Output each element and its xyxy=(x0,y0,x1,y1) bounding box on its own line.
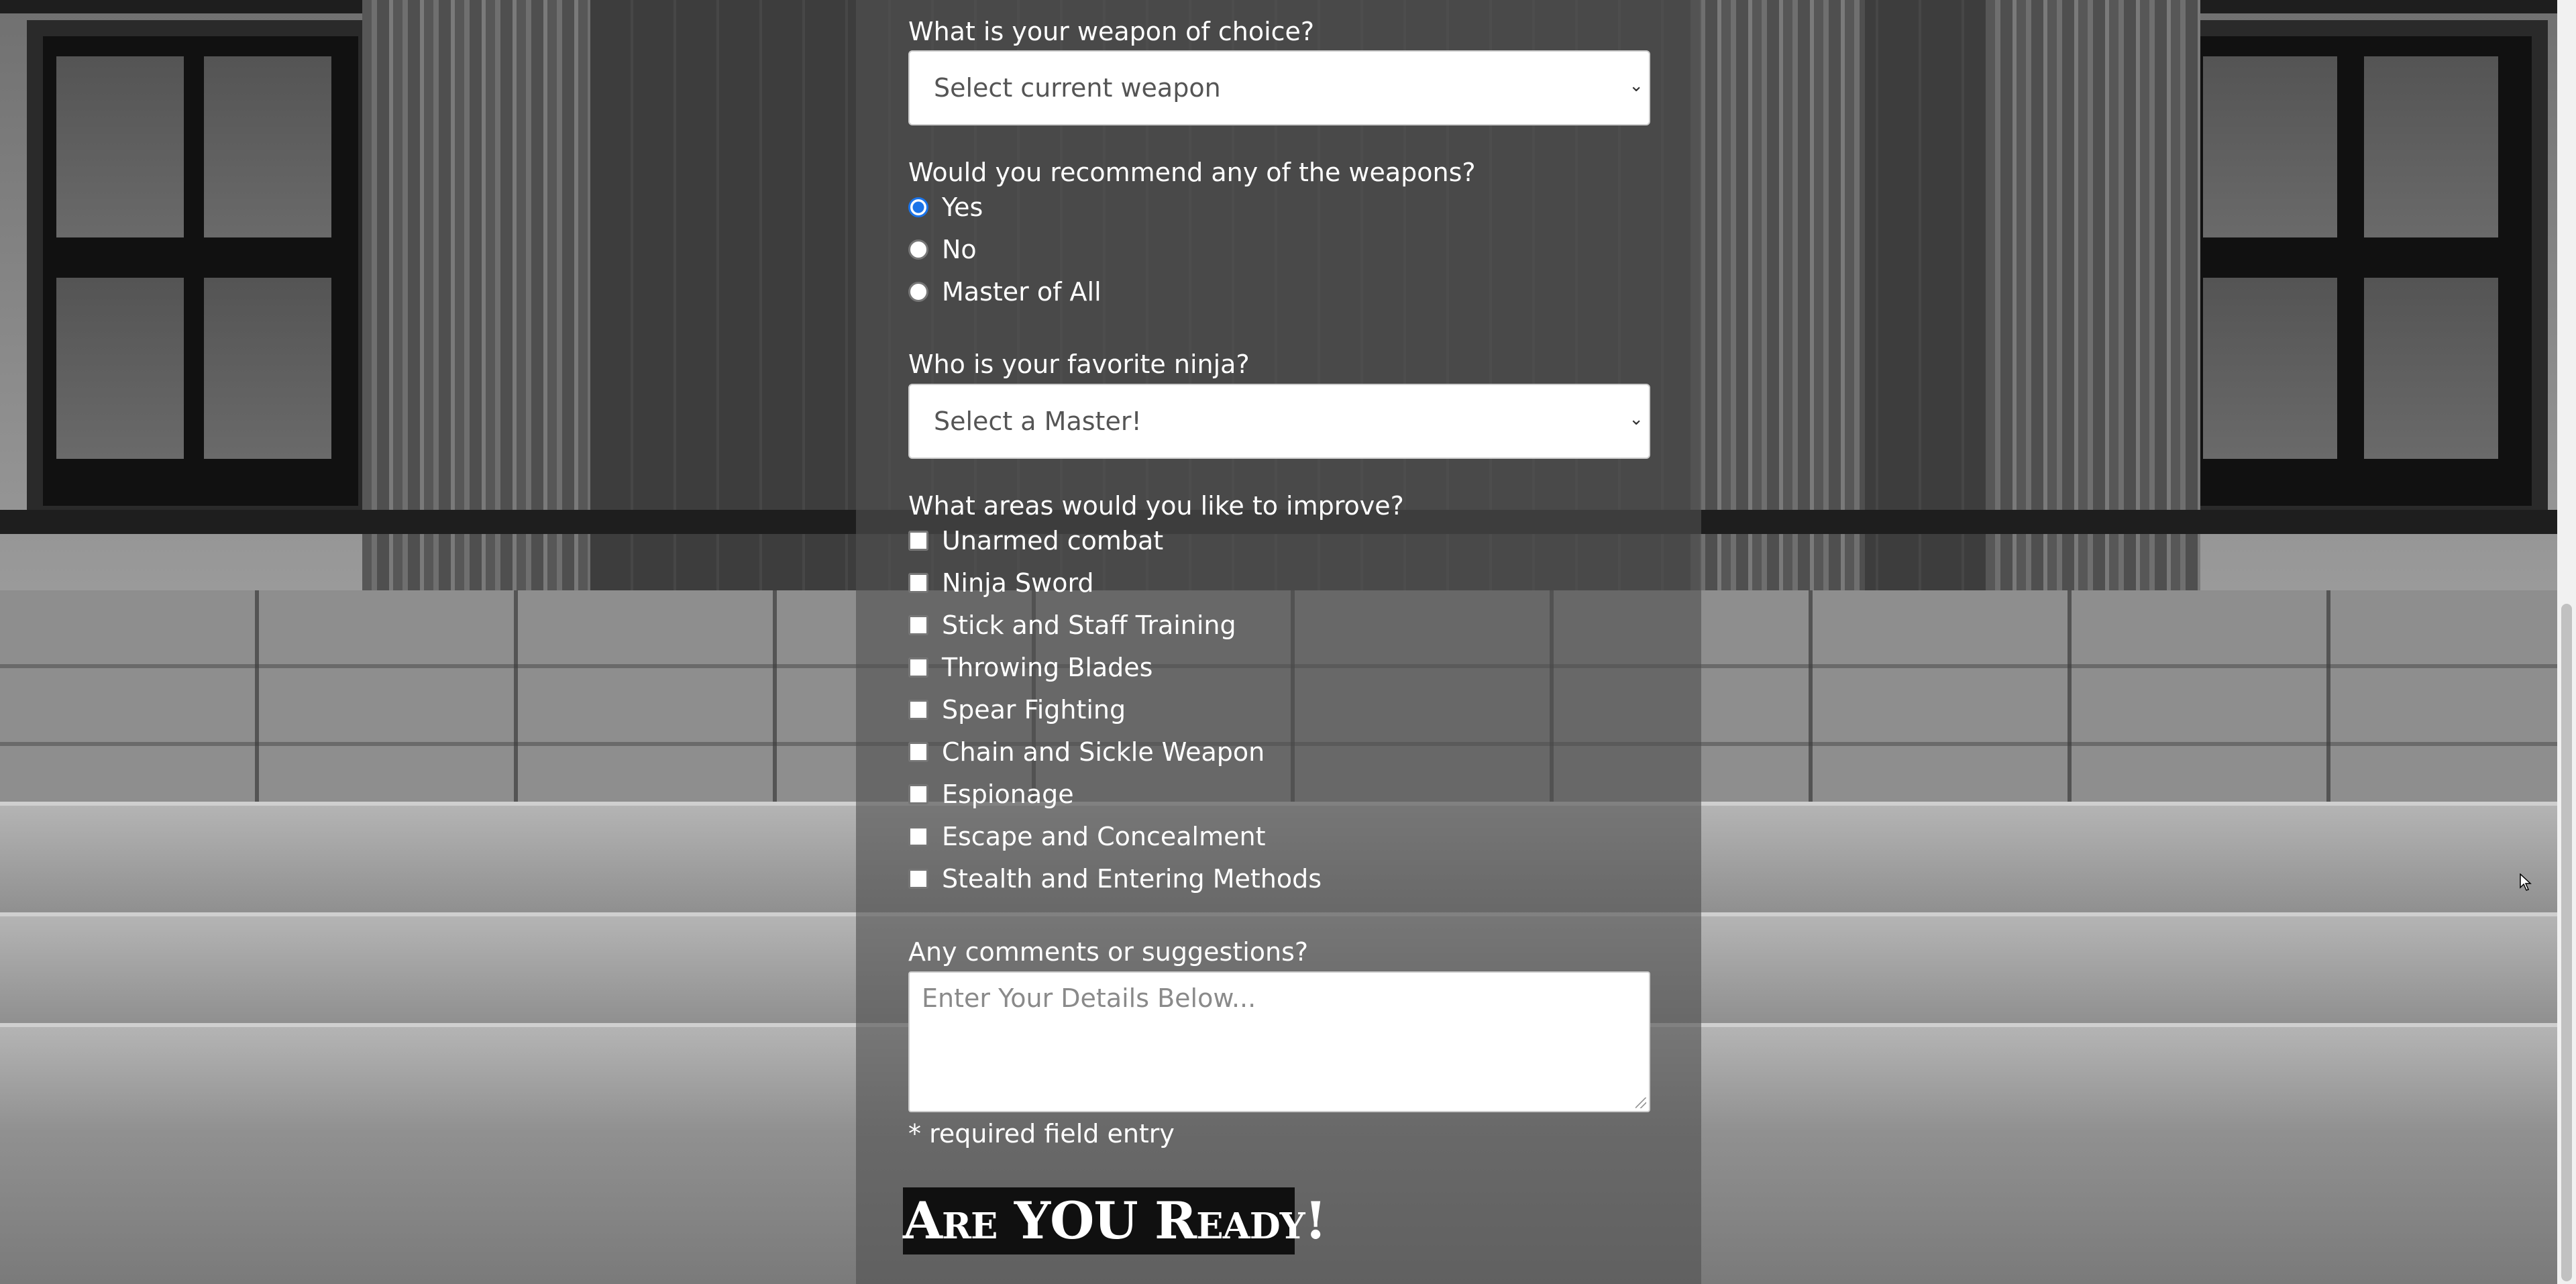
weapon-select-value: Select current weapon xyxy=(934,73,1221,103)
right-window xyxy=(2167,20,2548,522)
comments-placeholder: Enter Your Details Below... xyxy=(922,983,1256,1013)
checkbox[interactable] xyxy=(908,657,928,678)
resize-grip-icon[interactable] xyxy=(1635,1098,1646,1108)
chevron-down-icon: ⌄ xyxy=(1629,76,1644,96)
radio-button[interactable] xyxy=(908,282,928,302)
recommend-question-label: Would you recommend any of the weapons? xyxy=(908,158,1476,187)
checkbox[interactable] xyxy=(908,869,928,889)
checkbox-option-stealth-and-entering[interactable]: Stealth and Entering Methods xyxy=(908,861,1322,896)
checkbox-label: Ninja Sword xyxy=(942,568,1094,598)
checkbox[interactable] xyxy=(908,700,928,720)
comments-question-label: Any comments or suggestions? xyxy=(908,937,1309,967)
checkbox-label: Spear Fighting xyxy=(942,695,1126,725)
checkbox-label: Stealth and Entering Methods xyxy=(942,864,1322,894)
checkbox-option-ninja-sword[interactable]: Ninja Sword xyxy=(908,566,1094,600)
ninja-select[interactable]: Select a Master! ⌄ xyxy=(908,384,1650,459)
checkbox-option-stick-and-staff[interactable]: Stick and Staff Training xyxy=(908,608,1236,643)
page-scrollbar[interactable] xyxy=(2557,0,2576,1284)
mouse-cursor-icon xyxy=(2520,873,2532,891)
radio-button[interactable] xyxy=(908,239,928,260)
radio-option-master-of-all[interactable]: Master of All xyxy=(908,274,1102,309)
comments-textarea[interactable]: Enter Your Details Below... xyxy=(908,971,1650,1112)
checkbox-label: Stick and Staff Training xyxy=(942,610,1236,640)
scrollbar-thumb[interactable] xyxy=(2561,604,2572,1281)
required-field-note: * required field entry xyxy=(908,1119,1175,1148)
left-window xyxy=(27,20,374,522)
checkbox-label: Escape and Concealment xyxy=(942,822,1266,851)
weapon-select[interactable]: Select current weapon ⌄ xyxy=(908,50,1650,125)
checkbox-label: Espionage xyxy=(942,780,1074,809)
checkbox-option-unarmed-combat[interactable]: Unarmed combat xyxy=(908,523,1163,558)
checkbox[interactable] xyxy=(908,573,928,593)
checkbox-option-chain-and-sickle[interactable]: Chain and Sickle Weapon xyxy=(908,735,1265,769)
radio-label: Master of All xyxy=(942,277,1102,307)
improve-question-label: What areas would you like to improve? xyxy=(908,491,1404,521)
checkbox-option-espionage[interactable]: Espionage xyxy=(908,777,1074,812)
checkbox[interactable] xyxy=(908,615,928,635)
checkbox-label: Throwing Blades xyxy=(942,653,1153,682)
ninja-question-label: Who is your favorite ninja? xyxy=(908,350,1250,379)
radio-button[interactable] xyxy=(908,197,928,217)
checkbox[interactable] xyxy=(908,826,928,847)
checkbox-option-spear-fighting[interactable]: Spear Fighting xyxy=(908,692,1126,727)
ninja-select-value: Select a Master! xyxy=(934,407,1142,436)
submit-button[interactable]: Are YOU Ready! xyxy=(903,1187,1327,1254)
checkbox[interactable] xyxy=(908,784,928,804)
weapon-question-label: What is your weapon of choice? xyxy=(908,17,1315,46)
radio-label: No xyxy=(942,235,977,264)
checkbox-label: Unarmed combat xyxy=(942,526,1164,555)
checkbox-option-escape-and-concealment[interactable]: Escape and Concealment xyxy=(908,819,1266,854)
chevron-down-icon: ⌄ xyxy=(1629,409,1644,429)
checkbox-option-throwing-blades[interactable]: Throwing Blades xyxy=(908,650,1152,685)
radio-option-no[interactable]: No xyxy=(908,232,977,267)
checkbox-label: Chain and Sickle Weapon xyxy=(942,737,1265,767)
radio-option-yes[interactable]: Yes xyxy=(908,190,983,225)
checkbox[interactable] xyxy=(908,742,928,762)
radio-label: Yes xyxy=(942,193,983,222)
checkbox[interactable] xyxy=(908,531,928,551)
